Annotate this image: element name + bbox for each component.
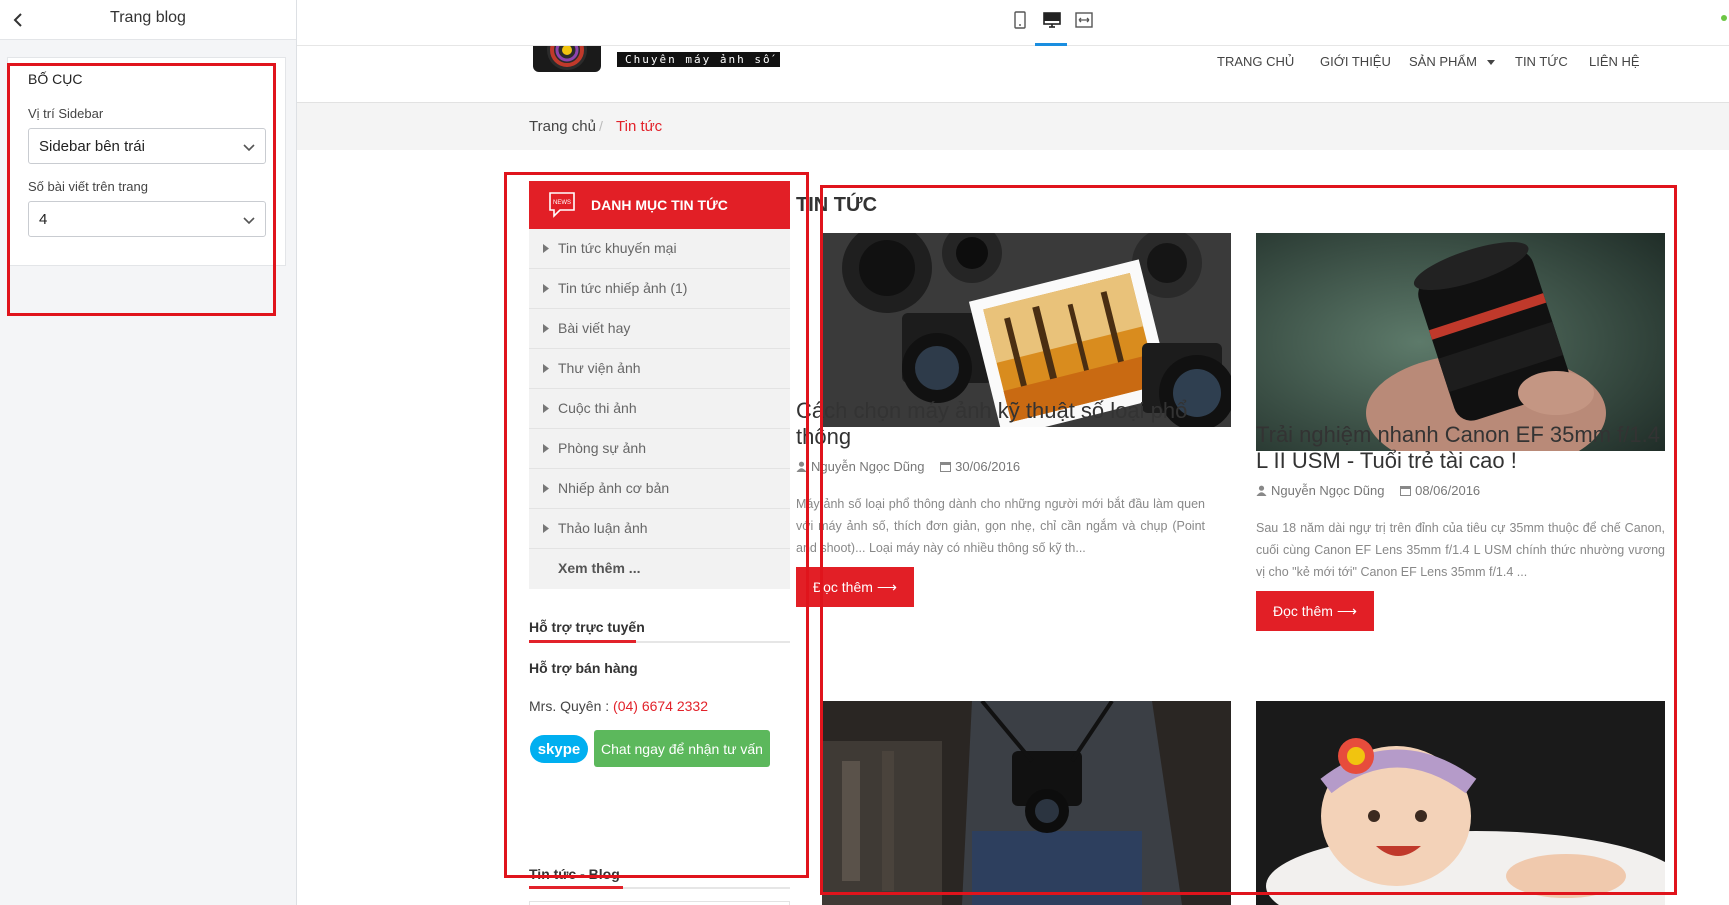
caret-right-icon bbox=[543, 284, 549, 293]
sidebar-position-label: Vị trí Sidebar bbox=[28, 106, 104, 121]
logo-tagline: Chuyên máy ảnh số bbox=[617, 52, 780, 67]
category-more-label: Xem thêm ... bbox=[558, 560, 641, 576]
category-more[interactable]: Xem thêm ... bbox=[529, 549, 790, 589]
category-item[interactable]: Cuộc thi ảnh bbox=[529, 389, 790, 429]
user-icon bbox=[1256, 485, 1267, 496]
category-title: DANH MỤC TIN TỨC bbox=[591, 197, 728, 213]
blog-list bbox=[529, 901, 790, 905]
preview-toolbar bbox=[297, 0, 1729, 46]
heading-underline bbox=[529, 886, 623, 889]
chevron-down-icon bbox=[243, 144, 255, 152]
status-dot bbox=[1721, 15, 1727, 21]
caret-down-icon bbox=[1487, 60, 1495, 65]
posts-per-page-label: Số bài viết trên trang bbox=[28, 179, 148, 194]
category-item[interactable]: Tin tức khuyến mại bbox=[529, 229, 790, 269]
site-preview: Chuyên máy ảnh số TRANG CHỦ GIỚI THIỆU S… bbox=[297, 46, 1729, 905]
chevron-down-icon bbox=[243, 217, 255, 225]
heading-underline bbox=[529, 640, 636, 643]
category-label: Bài viết hay bbox=[558, 320, 631, 336]
nav-item-products[interactable]: SẢN PHẨM bbox=[1409, 54, 1477, 69]
category-item[interactable]: Nhiếp ảnh cơ bản bbox=[529, 469, 790, 509]
sidebar-position-select[interactable]: Sidebar bên trái bbox=[28, 128, 266, 164]
sidebar-position-value: Sidebar bên trái bbox=[39, 138, 145, 155]
blog-heading: Tin tức - Blog bbox=[529, 866, 620, 882]
breadcrumb: Trang chủ / Tin tức bbox=[297, 102, 1729, 150]
arrow-right-icon: ⟶ bbox=[1336, 602, 1357, 619]
caret-right-icon bbox=[543, 404, 549, 413]
breadcrumb-home[interactable]: Trang chủ bbox=[529, 118, 596, 135]
posts-per-page-value: 4 bbox=[39, 211, 48, 228]
category-label: Tin tức nhiếp ảnh (1) bbox=[558, 280, 688, 296]
layout-section-title: BỐ CỤC bbox=[28, 71, 83, 87]
posts-per-page-select[interactable]: 4 bbox=[28, 201, 266, 237]
panel-header: Trang blog bbox=[0, 0, 296, 40]
contact-phone[interactable]: (04) 6674 2332 bbox=[613, 698, 708, 714]
post-meta: Nguyễn Ngọc Dũng 30/06/2016 bbox=[796, 459, 1020, 474]
post-author: Nguyễn Ngọc Dũng bbox=[1271, 483, 1385, 498]
arrow-right-icon: ⟶ bbox=[876, 578, 897, 595]
post-thumbnail[interactable] bbox=[1256, 701, 1665, 905]
post-author: Nguyễn Ngọc Dũng bbox=[811, 459, 925, 474]
user-icon bbox=[796, 461, 807, 472]
camera-logo-icon[interactable] bbox=[531, 46, 603, 74]
breadcrumb-current: Tin tức bbox=[616, 118, 663, 135]
nav-item-contact[interactable]: LIÊN HỆ bbox=[1589, 54, 1640, 69]
category-item[interactable]: Thư viện ảnh bbox=[529, 349, 790, 389]
chat-now-button[interactable]: Chat ngay để nhận tư vấn bbox=[594, 730, 770, 767]
category-list: Tin tức khuyến mại Tin tức nhiếp ảnh (1)… bbox=[529, 229, 790, 589]
skype-logo-icon[interactable]: skype bbox=[529, 733, 589, 765]
category-label: Nhiếp ảnh cơ bản bbox=[558, 480, 670, 496]
category-label: Phòng sự ảnh bbox=[558, 440, 646, 456]
read-more-label: Đọc thêm bbox=[1273, 602, 1333, 619]
caret-right-icon bbox=[543, 484, 549, 493]
category-item[interactable]: Phòng sự ảnh bbox=[529, 429, 790, 469]
news-icon: NEWS bbox=[549, 192, 575, 218]
svg-text:NEWS: NEWS bbox=[553, 200, 571, 206]
news-section-title: TIN TỨC bbox=[796, 194, 878, 216]
post-date: 08/06/2016 bbox=[1415, 483, 1481, 498]
mobile-view-icon[interactable] bbox=[1010, 10, 1030, 30]
caret-right-icon bbox=[543, 364, 549, 373]
post-excerpt: Sau 18 năm dài ngự trị trên đỉnh của tiê… bbox=[1256, 521, 1665, 579]
post-thumbnail[interactable] bbox=[1256, 233, 1665, 451]
post-title[interactable]: Trải nghiệm nhanh Canon EF 35mm f/1.4 L … bbox=[1256, 422, 1665, 474]
category-label: Tin tức khuyến mại bbox=[558, 240, 677, 256]
category-item[interactable]: Tin tức nhiếp ảnh (1) bbox=[529, 269, 790, 309]
post-title[interactable]: Cách chọn máy ảnh kỹ thuật số loại phổ t… bbox=[796, 398, 1205, 450]
support-subheading: Hỗ trợ bán hàng bbox=[529, 660, 638, 676]
category-item[interactable]: Thảo luận ảnh bbox=[529, 509, 790, 549]
contact-name: Mrs. Quyên : bbox=[529, 698, 610, 714]
category-label: Thư viện ảnh bbox=[558, 360, 641, 376]
nav-item-news[interactable]: TIN TỨC bbox=[1515, 54, 1568, 69]
fullwidth-view-icon[interactable] bbox=[1074, 10, 1094, 30]
post-thumbnail[interactable] bbox=[822, 701, 1231, 905]
layout-section: BỐ CỤC Vị trí Sidebar Sidebar bên trái S… bbox=[7, 57, 286, 266]
category-item[interactable]: Bài viết hay bbox=[529, 309, 790, 349]
category-label: Cuộc thi ảnh bbox=[558, 400, 637, 416]
category-header: NEWS DANH MỤC TIN TỨC bbox=[529, 181, 790, 229]
read-more-label: Đọc thêm bbox=[813, 578, 873, 595]
caret-right-icon bbox=[543, 444, 549, 453]
nav-item-about[interactable]: GIỚI THIỆU bbox=[1320, 54, 1391, 69]
settings-panel: Trang blog BỐ CỤC Vị trí Sidebar Sidebar… bbox=[0, 0, 297, 905]
panel-title: Trang blog bbox=[110, 9, 186, 26]
category-label: Thảo luận ảnh bbox=[558, 520, 648, 536]
post-excerpt: Máy ảnh số loại phổ thông dành cho những… bbox=[796, 497, 1205, 555]
support-contact: Mrs. Quyên : (04) 6674 2332 bbox=[529, 698, 708, 714]
skype-label: skype bbox=[538, 741, 581, 758]
caret-right-icon bbox=[543, 244, 549, 253]
calendar-icon bbox=[940, 462, 952, 472]
post-date: 30/06/2016 bbox=[955, 459, 1021, 474]
post-meta: Nguyễn Ngọc Dũng 08/06/2016 bbox=[1256, 483, 1480, 498]
read-more-button[interactable]: Đọc thêm ⟶ bbox=[796, 567, 914, 607]
editor-window: Trang blog BỐ CỤC Vị trí Sidebar Sidebar… bbox=[0, 0, 1729, 905]
desktop-view-icon[interactable] bbox=[1042, 10, 1062, 30]
support-heading: Hỗ trợ trực tuyến bbox=[529, 619, 645, 635]
caret-right-icon bbox=[543, 524, 549, 533]
caret-right-icon bbox=[543, 324, 549, 333]
breadcrumb-separator: / bbox=[599, 118, 603, 134]
calendar-icon bbox=[1400, 486, 1412, 496]
nav-item-home[interactable]: TRANG CHỦ bbox=[1217, 54, 1294, 69]
read-more-button[interactable]: Đọc thêm ⟶ bbox=[1256, 591, 1374, 631]
